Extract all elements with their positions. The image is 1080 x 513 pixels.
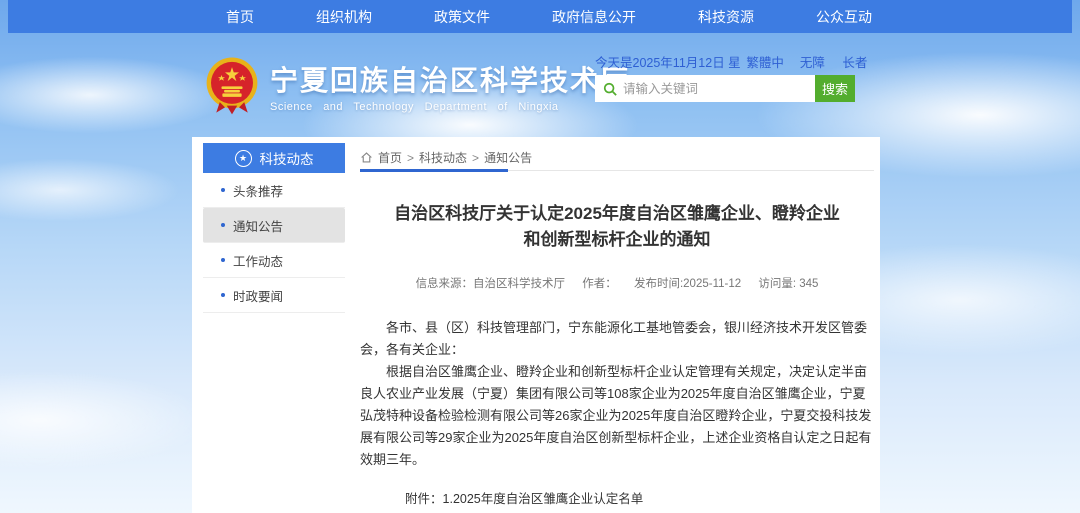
national-emblem-logo: [204, 56, 260, 122]
sidebar-item-political-news[interactable]: 时政要闻: [203, 278, 345, 313]
sidebar-item-label: 头条推荐: [233, 181, 283, 200]
main-content: 首页 > 科技动态 > 通知公告 自治区科技厅关于认定2025年度自治区雏鹰企业…: [360, 145, 874, 513]
breadcrumb-home[interactable]: 首页: [378, 149, 402, 166]
sidebar-item-label: 时政要闻: [233, 286, 283, 305]
breadcrumb: 首页 > 科技动态 > 通知公告: [360, 145, 874, 171]
article-title-line1: 自治区科技厅关于认定2025年度自治区雏鹰企业、瞪羚企业: [360, 201, 874, 227]
sidebar-title: 科技动态: [260, 148, 314, 168]
brand-text: 宁夏回族自治区科学技术厅 Science and Technology Depa…: [270, 65, 630, 113]
bullet-dot-icon: [221, 293, 225, 297]
home-icon: [360, 151, 373, 164]
sidebar: ★ 科技动态 头条推荐 通知公告 工作动态 时政要闻: [203, 143, 345, 313]
meta-source: 信息来源：自治区科学技术厅: [416, 278, 566, 290]
breadcrumb-tech-dynamics[interactable]: 科技动态: [419, 149, 467, 166]
sidebar-header: ★ 科技动态: [203, 143, 345, 173]
top-nav: 首页 组织机构 政策文件 政府信息公开 科技资源 公众互动: [8, 0, 1072, 33]
meta-publish-date: 发布时间:2025-11-12: [634, 278, 741, 290]
bullet-dot-icon: [221, 258, 225, 262]
sidebar-menu: 头条推荐 通知公告 工作动态 时政要闻: [203, 173, 345, 313]
article-paragraph: 根据自治区雏鹰企业、瞪羚企业和创新型标杆企业认定管理有关规定，决定认定半亩良人农…: [360, 361, 874, 471]
search-icon: [603, 82, 617, 96]
search-bar: 搜索: [595, 75, 855, 102]
attachment-link-1[interactable]: 1.2025年度自治区雏鹰企业认定名单: [443, 489, 681, 510]
nav-item-policy-documents[interactable]: 政策文件: [434, 7, 490, 27]
sidebar-item-work-dynamics[interactable]: 工作动态: [203, 243, 345, 278]
search-button[interactable]: 搜索: [815, 75, 855, 102]
sidebar-item-notices[interactable]: 通知公告: [203, 208, 345, 243]
nav-item-home[interactable]: 首页: [226, 7, 254, 27]
breadcrumb-separator: >: [472, 151, 479, 165]
article-title: 自治区科技厅关于认定2025年度自治区雏鹰企业、瞪羚企业 和创新型标杆企业的通知: [360, 201, 874, 253]
nav-item-public-interaction[interactable]: 公众互动: [816, 7, 872, 27]
nav-item-gov-info-disclosure[interactable]: 政府信息公开: [552, 7, 636, 27]
bullet-dot-icon: [221, 223, 225, 227]
search-input[interactable]: [623, 75, 815, 102]
article-title-line2: 和创新型标杆企业的通知: [360, 227, 874, 253]
bullet-dot-icon: [221, 188, 225, 192]
breadcrumb-notices[interactable]: 通知公告: [484, 149, 532, 166]
nav-item-tech-resources[interactable]: 科技资源: [698, 7, 754, 27]
article-paragraph: 各市、县（区）科技管理部门，宁东能源化工基地管委会，银川经济技术开发区管委会，各…: [360, 317, 874, 361]
meta-author: 作者：: [582, 278, 617, 290]
attachments-label: 附件：: [405, 489, 443, 513]
breadcrumb-separator: >: [407, 151, 414, 165]
article-body: 各市、县（区）科技管理部门，宁东能源化工基地管委会，银川经济技术开发区管委会，各…: [360, 317, 874, 471]
article-meta: 信息来源：自治区科学技术厅 作者： 发布时间:2025-11-12 访问量: 3…: [360, 275, 874, 291]
nav-item-organization[interactable]: 组织机构: [316, 7, 372, 27]
brand: 宁夏回族自治区科学技术厅 Science and Technology Depa…: [204, 56, 630, 122]
site-subtitle: Science and Technology Department of Nin…: [270, 101, 630, 113]
sidebar-item-label: 通知公告: [233, 216, 283, 235]
content-wrapper: ★ 科技动态 头条推荐 通知公告 工作动态 时政要闻: [192, 137, 880, 513]
star-circle-icon: ★: [235, 150, 252, 167]
page: { "nav": { "items": [ { "label": "首页" },…: [0, 0, 1080, 513]
meta-visit-count: 访问量: 345: [758, 278, 818, 290]
attachments-block: 附件： 1.2025年度自治区雏鹰企业认定名单 2.2025年度自治区瞪羚企业认…: [360, 489, 874, 513]
attachments-list: 1.2025年度自治区雏鹰企业认定名单 2.2025年度自治区瞪羚企业认定名单 …: [443, 489, 681, 513]
sidebar-item-headline-recommend[interactable]: 头条推荐: [203, 173, 345, 208]
site-title: 宁夏回族自治区科学技术厅: [270, 65, 630, 97]
sidebar-item-label: 工作动态: [233, 251, 283, 270]
